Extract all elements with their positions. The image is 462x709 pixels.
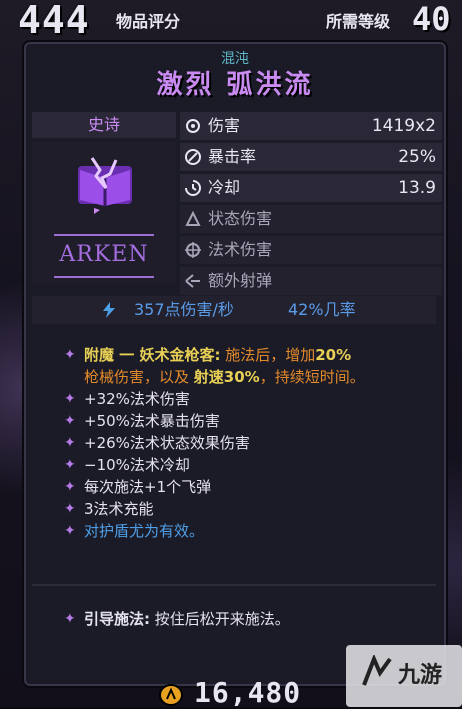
stat-row-status: 状态伤害 <box>180 205 442 233</box>
item-name: 激烈 弧洪流 <box>156 70 314 100</box>
stat-value: 13.9 <box>398 178 436 198</box>
channel-text: 按住后松开来施法。 <box>154 610 290 628</box>
perk-enchant: ✦ 附魔 一 妖术金枪客: 施法后，增加20% 枪械伤害，以及 射速30%，持续… <box>26 344 444 388</box>
required-level: 40 <box>412 0 451 38</box>
enchant-value: 20% <box>315 346 352 364</box>
stat-value: 1419x2 <box>371 116 436 136</box>
perk-text: +50%法术暴击伤害 <box>84 412 220 430</box>
divider <box>32 584 436 586</box>
perk-text: +32%法术伤害 <box>84 390 190 408</box>
perk-text: 每次施法+1个飞弹 <box>84 478 212 496</box>
watermark: 九游 <box>346 645 462 707</box>
perk-line: ✦ −10%法术冷却 <box>26 454 444 476</box>
watermark-text: 九游 <box>398 663 443 688</box>
bullet-icon: ✦ <box>64 391 76 407</box>
manufacturer-name: ARKEN <box>59 242 149 267</box>
projectile-icon <box>185 274 200 288</box>
damage-icon <box>186 119 200 133</box>
stat-row-damage: 伤害 1419x2 <box>180 112 442 140</box>
perk-text: +26%法术状态效果伤害 <box>84 434 250 452</box>
stat-value: 25% <box>398 147 436 167</box>
stat-row-spell: 法术伤害 <box>180 236 442 264</box>
perk-text: 对护盾尤为有效。 <box>84 522 205 540</box>
stat-row-crit: 暴击率 25% <box>180 143 442 171</box>
bullet-icon: ✦ <box>64 457 76 473</box>
bullet-icon: ✦ <box>64 523 76 539</box>
enchant-text: 枪械伤害，以及 <box>84 368 190 386</box>
spellbook-icon <box>78 157 132 214</box>
enchant-name: 附魔 一 妖术金枪客: <box>84 346 221 364</box>
perk-line: ✦ +32%法术伤害 <box>26 388 444 410</box>
coin-icon <box>159 684 183 706</box>
tooltip-header: 444 物品评分 所需等级 40 <box>0 0 462 42</box>
enchant-text: 施法后，增加 <box>225 346 316 364</box>
watermark-logo-icon <box>362 655 392 686</box>
item-score-label: 物品评分 <box>116 12 181 31</box>
element-chance: 42%几率 <box>288 300 356 319</box>
rarity-label: 史诗 <box>32 112 176 138</box>
channel-section: ✦ 引导施法: 按住后松开来施法。 <box>26 608 444 630</box>
bullet-icon: ✦ <box>64 347 76 363</box>
enchant-text: ，持续短时间。 <box>259 368 365 386</box>
bullet-icon: ✦ <box>64 479 76 495</box>
stat-row-cooldown: 冷却 13.9 <box>180 174 442 202</box>
perk-text: 3法术充能 <box>84 500 154 518</box>
bullet-icon: ✦ <box>64 413 76 429</box>
bullet-icon: ✦ <box>64 501 76 517</box>
damage-per-second: 357点伤害/秒 <box>134 300 234 319</box>
item-emblem: ARKEN <box>32 142 176 284</box>
perk-line: ✦ +26%法术状态效果伤害 <box>26 432 444 454</box>
stat-label: 伤害 <box>208 116 241 135</box>
crit-icon <box>185 149 201 165</box>
perk-text: −10%法术冷却 <box>84 456 190 474</box>
bullet-icon: ✦ <box>64 435 76 451</box>
stat-label: 法术伤害 <box>208 240 273 259</box>
perk-list: ✦ 附魔 一 妖术金枪客: 施法后，增加20% 枪械伤害，以及 射速30%，持续… <box>26 344 444 542</box>
bullet-icon: ✦ <box>64 611 76 627</box>
item-score: 444 <box>18 0 90 42</box>
dps-row: 357点伤害/秒 42%几率 <box>32 296 436 324</box>
cooldown-icon <box>185 180 201 196</box>
item-card: 混沌 激烈 弧洪流 史诗 ARKEN 伤害 1419x2 暴击率 25% 冷却 … <box>24 42 446 686</box>
stat-label: 暴击率 <box>208 147 257 166</box>
channel-label: 引导施法: <box>84 610 150 628</box>
stat-label: 冷却 <box>208 178 241 197</box>
enchant-highlight: 射速30% <box>193 368 260 386</box>
manufacturer-badge: ARKEN <box>54 234 154 278</box>
stats-list: 伤害 1419x2 暴击率 25% 冷却 13.9 状态伤害 法术伤害 额外射弹 <box>180 112 442 298</box>
item-value: 16,480 <box>194 676 302 709</box>
perk-line: ✦ +50%法术暴击伤害 <box>26 410 444 432</box>
perk-line: ✦ 每次施法+1个飞弹 <box>26 476 444 498</box>
spell-icon <box>185 242 201 258</box>
stat-label: 状态伤害 <box>208 209 273 228</box>
stat-row-projectile: 额外射弹 <box>180 267 442 295</box>
lightning-icon <box>103 302 115 318</box>
enchant-line-2: 枪械伤害，以及 射速30%，持续短时间。 <box>84 366 444 388</box>
perk-ward: ✦ 对护盾尤为有效。 <box>26 520 444 542</box>
status-icon <box>185 210 201 226</box>
stat-label: 额外射弹 <box>208 271 273 290</box>
perk-line: ✦ 3法术充能 <box>26 498 444 520</box>
required-level-label: 所需等级 <box>326 12 391 31</box>
channel-line: ✦ 引导施法: 按住后松开来施法。 <box>26 608 444 630</box>
